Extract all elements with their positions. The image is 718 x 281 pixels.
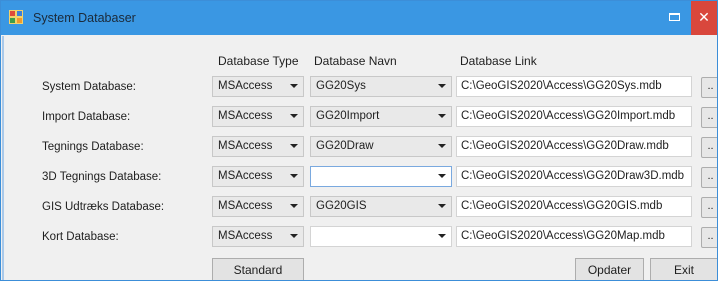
field-value: C:\GeoGIS2020\Access\GG20Sys.mdb [461,80,662,92]
select-value: GG20Sys [316,80,366,92]
label-3d-tegnings-database: 3D Tegnings Database: [42,171,162,183]
chevron-down-icon [290,84,298,88]
label-system-database: System Database: [42,81,136,93]
chevron-down-icon [438,114,446,118]
chevron-down-icon [438,144,446,148]
select-value: GG20Draw [316,140,374,152]
tegnings-db-type-select[interactable]: MSAccess [212,136,304,157]
title-bar[interactable]: System Databaser ✕ [1,1,717,35]
chevron-down-icon [290,234,298,238]
select-value: MSAccess [218,200,273,212]
chevron-down-icon [290,204,298,208]
select-value: GG20GIS [316,200,367,212]
gis-udtraeks-db-type-select[interactable]: MSAccess [212,196,304,217]
3d-tegnings-db-type-select[interactable]: MSAccess [212,166,304,187]
select-value: MSAccess [218,110,273,122]
exit-button[interactable]: Exit [650,258,717,280]
chevron-down-icon [438,84,446,88]
field-value: C:\GeoGIS2020\Access\GG20GIS.mdb [461,200,663,212]
import-db-link-field[interactable]: C:\GeoGIS2020\Access\GG20Import.mdb [456,106,692,127]
minimize-icon [669,13,680,21]
label-gis-udtraeks-database: GIS Udtræks Database: [42,201,165,213]
gis-udtraeks-db-name-select[interactable]: GG20GIS [310,196,452,217]
kort-db-type-select[interactable]: MSAccess [212,226,304,247]
field-value: C:\GeoGIS2020\Access\GG20Draw3D.mdb [461,170,685,182]
field-value: C:\GeoGIS2020\Access\GG20Map.mdb [461,230,665,242]
select-value: GG20Import [316,110,380,122]
system-db-name-select[interactable]: GG20Sys [310,76,452,97]
chevron-down-icon [438,174,446,178]
select-value: MSAccess [218,230,273,242]
gis-udtraeks-db-browse-button[interactable]: .. [701,197,717,218]
dialog-body: Database Type Database Navn Database Lin… [2,36,717,280]
select-value: MSAccess [218,140,273,152]
import-db-browse-button[interactable]: .. [701,107,717,128]
tegnings-db-browse-button[interactable]: .. [701,137,717,158]
select-value: MSAccess [218,170,273,182]
chevron-down-icon [290,174,298,178]
system-databaser-window: System Databaser ✕ Database Type Databas… [0,0,718,281]
label-kort-database: Kort Database: [42,231,119,243]
label-tegnings-database: Tegnings Database: [42,141,144,153]
standard-button[interactable]: Standard [212,258,304,280]
system-db-type-select[interactable]: MSAccess [212,76,304,97]
3d-tegnings-db-link-field[interactable]: C:\GeoGIS2020\Access\GG20Draw3D.mdb [456,166,692,187]
3d-tegnings-db-name-select[interactable] [310,166,452,187]
app-window-icon [9,10,23,24]
label-import-database: Import Database: [42,111,131,123]
kort-db-browse-button[interactable]: .. [701,227,717,248]
opdater-button[interactable]: Opdater [575,258,644,280]
minimize-button[interactable] [661,1,687,35]
import-db-type-select[interactable]: MSAccess [212,106,304,127]
chevron-down-icon [290,144,298,148]
field-value: C:\GeoGIS2020\Access\GG20Draw.mdb [461,140,669,152]
header-database-type: Database Type [218,54,299,68]
select-value: MSAccess [218,80,273,92]
window-title: System Databaser [33,11,136,25]
import-db-name-select[interactable]: GG20Import [310,106,452,127]
tegnings-db-name-select[interactable]: GG20Draw [310,136,452,157]
header-database-link: Database Link [460,54,537,68]
chevron-down-icon [438,204,446,208]
system-db-link-field[interactable]: C:\GeoGIS2020\Access\GG20Sys.mdb [456,76,692,97]
kort-db-link-field[interactable]: C:\GeoGIS2020\Access\GG20Map.mdb [456,226,692,247]
chevron-down-icon [438,234,446,238]
tegnings-db-link-field[interactable]: C:\GeoGIS2020\Access\GG20Draw.mdb [456,136,692,157]
3d-tegnings-db-browse-button[interactable]: .. [701,167,717,188]
system-db-browse-button[interactable]: .. [701,77,717,98]
gis-udtraeks-db-link-field[interactable]: C:\GeoGIS2020\Access\GG20GIS.mdb [456,196,692,217]
chevron-down-icon [290,114,298,118]
field-value: C:\GeoGIS2020\Access\GG20Import.mdb [461,110,676,122]
close-button[interactable]: ✕ [691,1,717,35]
kort-db-name-select[interactable] [310,226,452,247]
header-database-navn: Database Navn [314,54,397,68]
